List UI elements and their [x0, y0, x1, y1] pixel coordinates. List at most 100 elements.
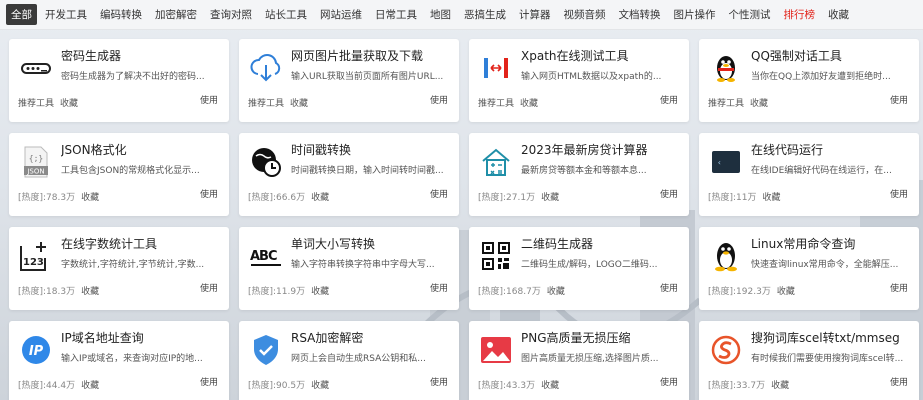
tool-card[interactable]: Xpath在线测试工具 输入网页HTML数据以及xpath的... 推荐工具 收藏 使用	[469, 39, 689, 122]
recommend-tag: 推荐工具	[478, 99, 515, 109]
use-button[interactable]: 使用	[200, 93, 218, 106]
svg-text:IP: IP	[29, 344, 44, 359]
favorite-link[interactable]: 收藏	[81, 381, 99, 391]
favorite-link[interactable]: 收藏	[750, 99, 768, 109]
code-editor-icon: ‹	[709, 145, 743, 179]
favorite-link[interactable]: 收藏	[81, 287, 99, 297]
tool-title[interactable]: 二维码生成器	[521, 235, 681, 252]
tool-title[interactable]: PNG高质量无损压缩	[521, 329, 681, 346]
tool-card[interactable]: RSA加密解密 网页上会自动生成RSA公钥和私... [热度]:90.5万 收藏 使用	[239, 321, 459, 400]
nav-item-12[interactable]: 文档转换	[614, 4, 666, 25]
tool-title[interactable]: 搜狗词库scel转txt/mmseg	[751, 329, 911, 346]
use-button[interactable]: 使用	[430, 187, 448, 200]
tool-card[interactable]: IP IP域名地址查询 输入IP或域名，来查询对应IP的地... [热度]:44.4万…	[9, 321, 229, 400]
nav-item-3[interactable]: 加密解密	[150, 4, 202, 25]
use-button[interactable]: 使用	[660, 281, 678, 294]
nav-item-9[interactable]: 恶搞生成	[459, 4, 511, 25]
nav-item-16[interactable]: 收藏	[823, 4, 854, 25]
nav-item-4[interactable]: 查询对照	[205, 4, 257, 25]
nav-item-14[interactable]: 个性测试	[724, 4, 776, 25]
tool-description: 当你在QQ上添加好友遭到拒绝时...	[751, 72, 891, 82]
tool-title[interactable]: 在线字数统计工具	[61, 235, 221, 252]
favorite-link[interactable]: 收藏	[60, 99, 78, 109]
use-button[interactable]: 使用	[200, 281, 218, 294]
tool-description: 时间戳转换日期，输入时间转时间戳...	[291, 166, 444, 176]
tool-card[interactable]: {;} JSON JSON格式化 工具包含JSON的常规格式化显示... [热度]:78…	[9, 133, 229, 216]
favorite-link[interactable]: 收藏	[311, 287, 329, 297]
use-button[interactable]: 使用	[200, 375, 218, 388]
nav-item-6[interactable]: 网站运维	[315, 4, 367, 25]
use-button[interactable]: 使用	[430, 281, 448, 294]
use-button[interactable]: 使用	[660, 375, 678, 388]
use-button[interactable]: 使用	[660, 187, 678, 200]
tool-card[interactable]: 2023年最新房贷计算器 最新房贷等额本金和等额本息... [热度]:27.1万 收藏…	[469, 133, 689, 216]
tool-description: 密码生成器为了解决不出好的密码...	[61, 72, 205, 82]
svg-text:{;}: {;}	[29, 154, 43, 163]
tool-card[interactable]: 123 在线字数统计工具 字数统计,字符统计,字节统计,字数... [热度]:18.3…	[9, 227, 229, 310]
nav-item-7[interactable]: 日常工具	[370, 4, 422, 25]
tool-meta: [热度]:78.3万 收藏	[18, 190, 99, 203]
nav-item-5[interactable]: 站长工具	[260, 4, 312, 25]
favorite-link[interactable]: 收藏	[541, 381, 559, 391]
ip-icon: IP	[19, 333, 53, 367]
nav-item-13[interactable]: 图片操作	[669, 4, 721, 25]
use-button[interactable]: 使用	[430, 93, 448, 106]
tool-card[interactable]: ‹ 在线代码运行 在线IDE编辑好代码在线运行，在... [热度]:11万 收藏 使用	[699, 133, 919, 216]
favorite-link[interactable]: 收藏	[81, 193, 99, 203]
tool-meta: 推荐工具 收藏	[478, 96, 538, 109]
tool-card[interactable]: 网页图片批量获取及下载 输入URL获取当前页面所有图片URL... 推荐工具 收藏 使用	[239, 39, 459, 122]
tool-description: 二维码生成/解码，LOGO二维码...	[521, 260, 658, 270]
favorite-link[interactable]: 收藏	[520, 99, 538, 109]
tool-title[interactable]: JSON格式化	[61, 141, 221, 158]
favorite-link[interactable]: 收藏	[311, 193, 329, 203]
tool-card[interactable]: Linux常用命令查询 快速查询linux常用命令，全能解压... [热度]:192…	[699, 227, 919, 310]
tool-card[interactable]: QQ强制对话工具 当你在QQ上添加好友遭到拒绝时... 推荐工具 收藏 使用	[699, 39, 919, 122]
tool-meta: [热度]:11.9万 收藏	[248, 284, 329, 297]
favorite-link[interactable]: 收藏	[311, 381, 329, 391]
use-button[interactable]: 使用	[430, 375, 448, 388]
tool-meta: [热度]:192.3万 收藏	[708, 284, 795, 297]
tool-description: 有时候我们需要使用搜狗词库scel转...	[751, 354, 904, 364]
tool-card[interactable]: 二维码生成器 二维码生成/解码，LOGO二维码... [热度]:168.7万 收藏 使用	[469, 227, 689, 310]
use-button[interactable]: 使用	[660, 93, 678, 106]
nav-item-0[interactable]: 全部	[6, 4, 37, 25]
qrcode-icon	[479, 239, 513, 273]
favorite-link[interactable]: 收藏	[547, 287, 565, 297]
tool-card[interactable]: 搜狗词库scel转txt/mmseg 有时候我们需要使用搜狗词库scel转... […	[699, 321, 919, 400]
tool-title[interactable]: QQ强制对话工具	[751, 47, 911, 64]
use-button[interactable]: 使用	[200, 187, 218, 200]
tool-title[interactable]: Linux常用命令查询	[751, 235, 911, 252]
use-button[interactable]: 使用	[890, 375, 908, 388]
use-button[interactable]: 使用	[890, 281, 908, 294]
nav-item-11[interactable]: 视频音频	[559, 4, 611, 25]
use-button[interactable]: 使用	[890, 93, 908, 106]
tool-card[interactable]: ABC 单词大小写转换 输入字符串转换字符串中字母大写... [热度]:11.9万 收藏…	[239, 227, 459, 310]
tool-card[interactable]: 时间戳转换时间戳转换日期，输入时间转时间戳... [热度]:66.6万 收藏 使用	[239, 133, 459, 216]
tool-title[interactable]: 时间戳转换	[291, 141, 451, 158]
tool-title[interactable]: 密码生成器	[61, 47, 221, 64]
nav-item-8[interactable]: 地图	[425, 4, 456, 25]
favorite-link[interactable]: 收藏	[777, 287, 795, 297]
nav-item-1[interactable]: 开发工具	[40, 4, 92, 25]
nav-item-10[interactable]: 计算器	[514, 4, 556, 25]
tool-card[interactable]: PNG高质量无损压缩 图片高质量无损压缩,选择图片质... [热度]:43.3万 收藏…	[469, 321, 689, 400]
favorite-link[interactable]: 收藏	[771, 381, 789, 391]
tool-title[interactable]: RSA加密解密	[291, 329, 451, 346]
nav-item-15[interactable]: 排行榜	[779, 4, 821, 25]
tool-title[interactable]: 在线代码运行	[751, 141, 911, 158]
tool-title[interactable]: IP域名地址查询	[61, 329, 221, 346]
tool-title[interactable]: 网页图片批量获取及下载	[291, 47, 451, 64]
hot-count: [热度]:11万	[708, 193, 757, 203]
tool-title[interactable]: Xpath在线测试工具	[521, 47, 681, 64]
favorite-link[interactable]: 收藏	[763, 193, 781, 203]
tool-title[interactable]: 单词大小写转换	[291, 235, 451, 252]
tool-card[interactable]: 密码生成器 密码生成器为了解决不出好的密码... 推荐工具 收藏 使用	[9, 39, 229, 122]
tool-title[interactable]: 2023年最新房贷计算器	[521, 141, 681, 158]
counter-icon: 123	[19, 239, 53, 273]
favorite-link[interactable]: 收藏	[541, 193, 559, 203]
favorite-link[interactable]: 收藏	[290, 99, 308, 109]
use-button[interactable]: 使用	[890, 187, 908, 200]
tool-meta: [热度]:66.6万 收藏	[248, 190, 329, 203]
nav-item-2[interactable]: 编码转换	[95, 4, 147, 25]
tool-description: 字数统计,字符统计,字节统计,字数...	[61, 260, 205, 270]
